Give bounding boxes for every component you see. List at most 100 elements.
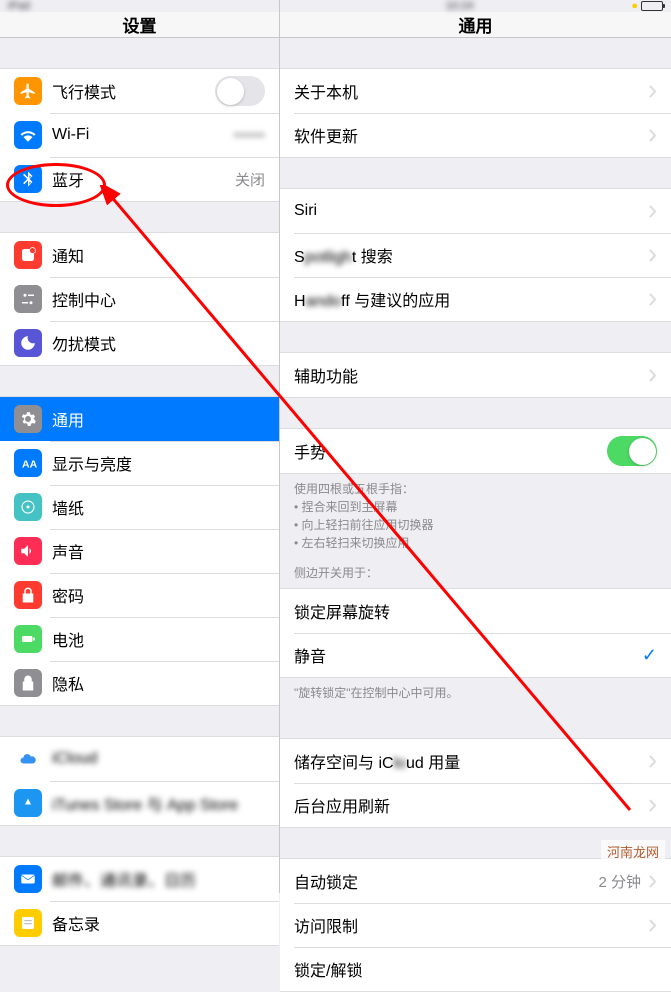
detail-row-4-1[interactable]: 静音✓ [280, 633, 671, 677]
group-footer-4: "旋转锁定"在控制中心中可用。 [280, 678, 671, 708]
status-time: 10:24 [446, 0, 474, 12]
label-notif: 通知 [52, 243, 265, 267]
detail-row-5-1[interactable]: 后台应用刷新 [280, 783, 671, 827]
battery-indicator: ● [631, 0, 663, 12]
sidebar-item-sound[interactable]: 声音 [0, 529, 279, 573]
group-footer-3: 使用四根或五根手指：• 捏合来回到主屏幕• 向上轻扫前往应用切换器• 左右轻扫来… [280, 474, 671, 558]
label-pass: 密码 [52, 583, 265, 607]
detail-header: 通用 [280, 12, 671, 38]
label-1-2: Handoff 与建议的应用 [294, 287, 641, 311]
label-control: 控制中心 [52, 287, 265, 311]
sidebar-item-dnd[interactable]: 勿扰模式 [0, 321, 279, 365]
value-6-0: 2 分钟 [598, 871, 641, 892]
wifi-icon [14, 121, 42, 149]
detail-row-5-0[interactable]: 储存空间与 iCloud 用量 [280, 739, 671, 783]
sidebar-item-battery[interactable]: 电池 [0, 617, 279, 661]
wall-icon [14, 493, 42, 521]
watermark-text: 河南龙网 [601, 840, 665, 863]
label-appstore: iTunes Store 与 App Store [52, 791, 265, 815]
detail-row-2-0[interactable]: 辅助功能 [280, 353, 671, 397]
toggle-3-0[interactable] [607, 436, 657, 466]
sidebar-item-mail[interactable]: 邮件、通讯录、日历 [0, 857, 279, 901]
label-2-0: 辅助功能 [294, 363, 641, 387]
label-5-1: 后台应用刷新 [294, 793, 641, 817]
sidebar-item-general[interactable]: 通用 [0, 397, 279, 441]
label-5-0: 储存空间与 iCloud 用量 [294, 749, 641, 773]
detail-row-6-2[interactable]: 锁定/解锁 [280, 947, 671, 991]
settings-sidebar: iPad 设置 飞行模式Wi-Fi••••••蓝牙关闭通知控制中心勿扰模式通用A… [0, 0, 280, 893]
svg-text:AA: AA [22, 459, 37, 471]
sidebar-item-notif[interactable]: 通知 [0, 233, 279, 277]
label-sound: 声音 [52, 539, 265, 563]
detail-panel: 10:24 ● 通用 关于本机软件更新 Siri Spotlight 搜索 Hando… [280, 0, 671, 893]
detail-row-0-1[interactable]: 软件更新 [280, 113, 671, 157]
sidebar-header: 设置 [0, 12, 279, 38]
label-0-1: 软件更新 [294, 123, 641, 147]
notes-icon [14, 909, 42, 937]
bluetooth-icon [14, 165, 42, 193]
group-header-4: 侧边开关用于： [280, 558, 671, 588]
label-privacy: 隐私 [52, 671, 265, 695]
sidebar-item-airplane[interactable]: 飞行模式 [0, 69, 279, 113]
sidebar-item-appstore[interactable]: iTunes Store 与 App Store [0, 781, 279, 825]
sidebar-item-wifi[interactable]: Wi-Fi•••••• [0, 113, 279, 157]
label-6-1: 访问限制 [294, 913, 641, 937]
toggle-airplane[interactable] [215, 76, 265, 106]
display-icon: AA [14, 449, 42, 477]
status-bar-right: 10:24 ● [280, 0, 671, 12]
sidebar-item-control[interactable]: 控制中心 [0, 277, 279, 321]
detail-row-1-0[interactable]: Siri [280, 189, 671, 233]
detail-row-3-0[interactable]: 手势 [280, 429, 671, 473]
label-wall: 墙纸 [52, 495, 265, 519]
label-1-1: Spotlight 搜索 [294, 243, 641, 267]
label-icloud: iCloud [52, 750, 265, 768]
app-container: iPad 设置 飞行模式Wi-Fi••••••蓝牙关闭通知控制中心勿扰模式通用A… [0, 0, 671, 893]
icloud-icon [14, 745, 42, 773]
sidebar-item-bluetooth[interactable]: 蓝牙关闭 [0, 157, 279, 201]
detail-row-1-1[interactable]: Spotlight 搜索 [280, 233, 671, 277]
label-battery: 电池 [52, 627, 265, 651]
appstore-icon [14, 789, 42, 817]
dnd-icon [14, 329, 42, 357]
battery-icon [14, 625, 42, 653]
detail-row-6-1[interactable]: 访问限制 [280, 903, 671, 947]
value-bluetooth: 关闭 [235, 169, 265, 190]
value-wifi: •••••• [233, 127, 265, 144]
label-3-0: 手势 [294, 439, 607, 463]
sidebar-item-privacy[interactable]: 隐私 [0, 661, 279, 705]
sound-icon [14, 537, 42, 565]
label-4-1: 静音 [294, 643, 642, 667]
battery-icon [641, 1, 663, 11]
sidebar-item-pass[interactable]: 密码 [0, 573, 279, 617]
label-airplane: 飞行模式 [52, 79, 215, 103]
label-display: 显示与亮度 [52, 451, 265, 475]
label-general: 通用 [52, 407, 265, 431]
control-icon [14, 285, 42, 313]
notif-icon [14, 241, 42, 269]
sidebar-item-display[interactable]: AA 显示与亮度 [0, 441, 279, 485]
mail-icon [14, 865, 42, 893]
carrier-label: iPad [8, 0, 30, 12]
label-notes: 备忘录 [52, 911, 265, 935]
sidebar-item-icloud[interactable]: iCloud [0, 737, 279, 781]
general-icon [14, 405, 42, 433]
airplane-icon [14, 77, 42, 105]
label-mail: 邮件、通讯录、日历 [52, 867, 265, 891]
label-0-0: 关于本机 [294, 79, 641, 103]
detail-row-4-0[interactable]: 锁定屏幕旋转 [280, 589, 671, 633]
detail-row-1-2[interactable]: Handoff 与建议的应用 [280, 277, 671, 321]
label-6-2: 锁定/解锁 [294, 957, 657, 981]
label-6-0: 自动锁定 [294, 869, 598, 893]
sidebar-item-notes[interactable]: 备忘录 [0, 901, 279, 945]
pass-icon [14, 581, 42, 609]
status-bar-left: iPad [0, 0, 279, 12]
label-bluetooth: 蓝牙 [52, 167, 235, 191]
label-4-0: 锁定屏幕旋转 [294, 599, 657, 623]
checkmark-icon: ✓ [642, 645, 657, 666]
sidebar-item-wall[interactable]: 墙纸 [0, 485, 279, 529]
sidebar-title: 设置 [123, 12, 157, 37]
label-dnd: 勿扰模式 [52, 331, 265, 355]
detail-row-0-0[interactable]: 关于本机 [280, 69, 671, 113]
detail-row-6-0[interactable]: 自动锁定2 分钟 [280, 859, 671, 903]
label-1-0: Siri [294, 202, 641, 220]
